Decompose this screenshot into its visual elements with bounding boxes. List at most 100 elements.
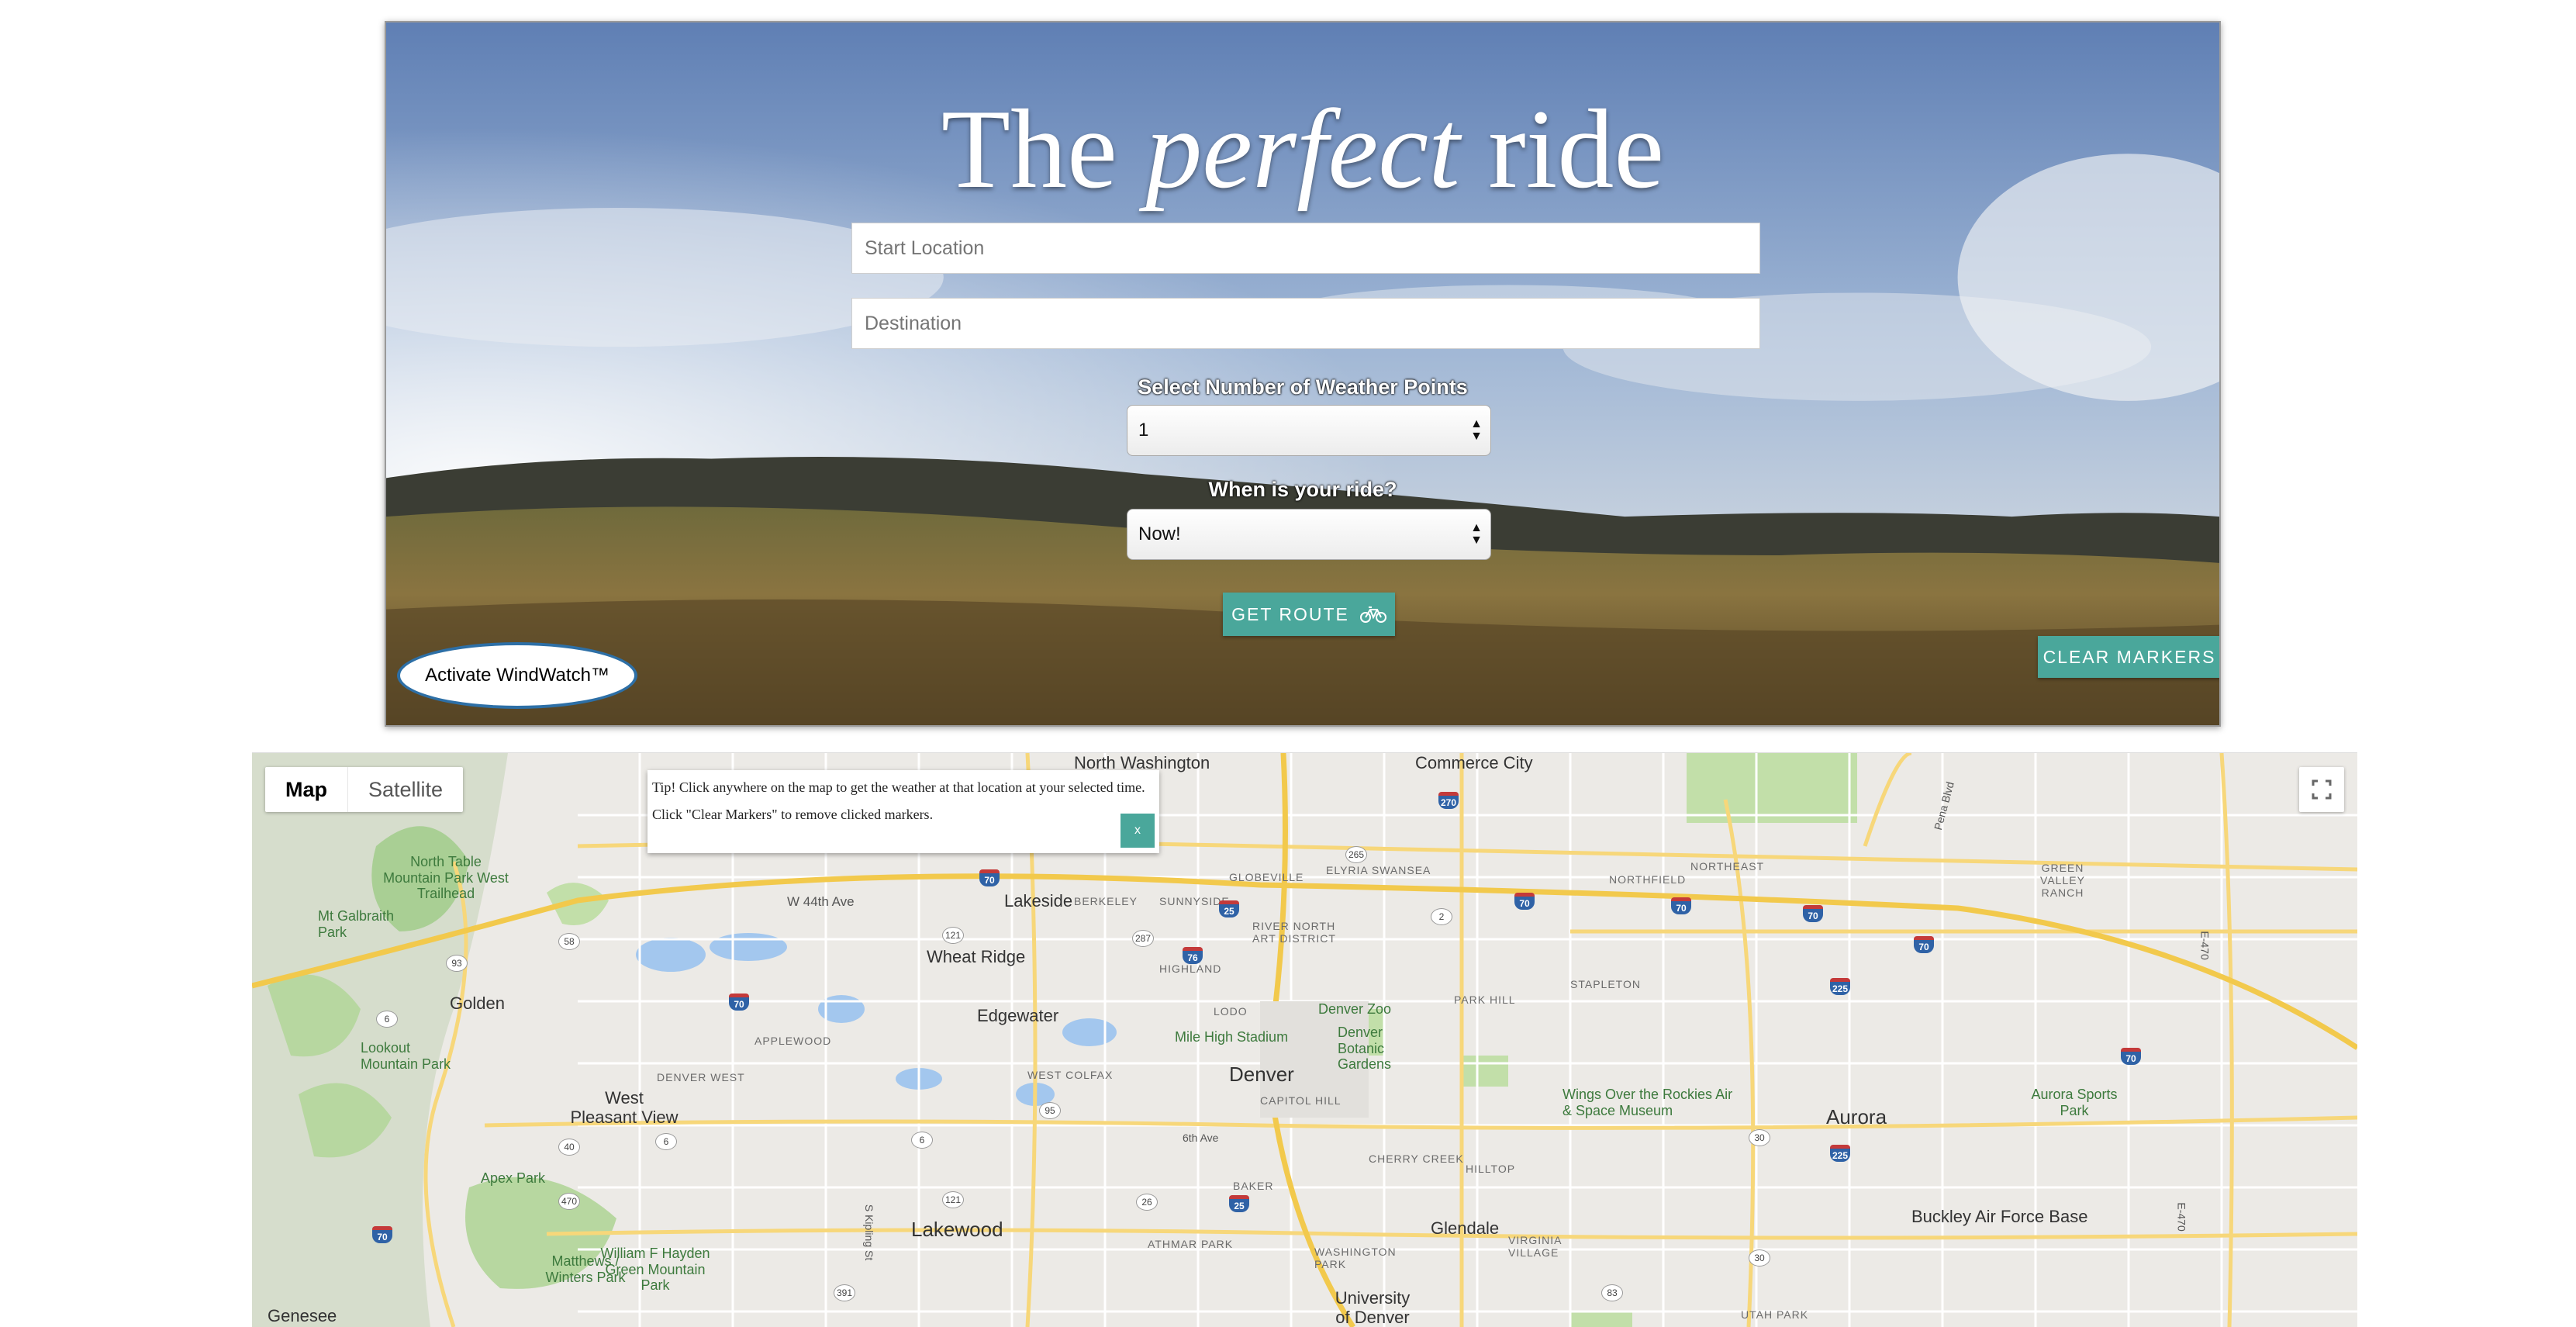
interstate-shield: 70 bbox=[1803, 905, 1823, 922]
map-label-lodo: LoDo bbox=[1214, 1005, 1248, 1018]
interstate-shield: 225 bbox=[1830, 1145, 1850, 1162]
interstate-shield: 70 bbox=[372, 1226, 392, 1243]
interstate-shield: 70 bbox=[1914, 936, 1934, 953]
route-shield: 470 bbox=[558, 1193, 580, 1210]
map-label-wings: Wings Over the Rockies Air & Space Museu… bbox=[1563, 1087, 1733, 1118]
weather-points-select[interactable]: 1 ▲ ▼ bbox=[1127, 405, 1491, 456]
map-label-capitol-hill: Capitol Hill bbox=[1260, 1094, 1342, 1107]
map-label-commerce-city: Commerce City bbox=[1415, 753, 1533, 772]
interstate-shield: 25 bbox=[1219, 900, 1239, 917]
route-shield: 95 bbox=[1039, 1102, 1061, 1119]
route-shield: 391 bbox=[834, 1284, 855, 1301]
map-label-athmar-park: Athmar Park bbox=[1148, 1238, 1234, 1250]
map-label-golden: Golden bbox=[450, 994, 505, 1013]
map-label-apex-park: Apex Park bbox=[481, 1170, 546, 1186]
route-shield: 6 bbox=[911, 1132, 933, 1149]
route-shield: 30 bbox=[1749, 1249, 1770, 1267]
map-label-denver: Denver bbox=[1229, 1063, 1294, 1086]
route-shield: 6 bbox=[655, 1133, 677, 1150]
map-label-mile-high: Mile High Stadium bbox=[1175, 1029, 1289, 1045]
map-label-lakewood: Lakewood bbox=[911, 1218, 1003, 1241]
map-label-northeast: Northeast bbox=[1690, 860, 1765, 873]
bicycle-icon bbox=[1359, 606, 1386, 623]
ride-time-select[interactable]: Now! ▲ ▼ bbox=[1127, 509, 1491, 560]
map-label-park-hill: Park Hill bbox=[1454, 994, 1516, 1006]
windwatch-button[interactable]: Activate WindWatch™ bbox=[397, 642, 637, 709]
interstate-shield: 270 bbox=[1438, 792, 1459, 809]
map-label-virginia-village: Virginia Village bbox=[1508, 1234, 1562, 1260]
map-label-west-colfax: West Colfax bbox=[1027, 1069, 1114, 1081]
map-label-globeville: Globeville bbox=[1229, 871, 1304, 883]
map-label-genesee: Genesee bbox=[268, 1306, 337, 1325]
map-type-control: Map Satellite bbox=[265, 767, 464, 812]
map-label-stapleton: Stapleton bbox=[1570, 978, 1641, 990]
fullscreen-icon bbox=[2312, 779, 2332, 800]
title-perfect: perfect bbox=[1145, 86, 1460, 212]
map-label-glendale: Glendale bbox=[1431, 1218, 1500, 1238]
map-label-north-table: North Table Mountain Park West Trailhead bbox=[383, 854, 509, 902]
weather-points-label: Select Number of Weather Points bbox=[1138, 375, 1468, 399]
interstate-shield: 70 bbox=[1671, 897, 1691, 914]
map-label-aurora: Aurora bbox=[1826, 1105, 1887, 1128]
map-canvas[interactable]: North Washington Commerce City North Tab… bbox=[252, 752, 2357, 1327]
fullscreen-button[interactable] bbox=[2299, 767, 2344, 812]
clear-markers-label: Clear Markers bbox=[2042, 646, 2216, 667]
route-shield: 26 bbox=[1136, 1194, 1158, 1211]
tip-text-line1: Tip! Click anywhere on the map to get th… bbox=[652, 779, 1145, 795]
get-route-label: Get Route bbox=[1231, 603, 1349, 624]
map-label-buckley: Buckley Air Force Base bbox=[1911, 1207, 2088, 1226]
map-label-university: University of Denver bbox=[1335, 1288, 1411, 1327]
route-shield: 40 bbox=[558, 1139, 580, 1156]
map-label-mt-galbraith: Mt Galbraith Park bbox=[318, 908, 395, 940]
map-label-elyria: Elyria Swansea bbox=[1326, 864, 1431, 876]
interstate-shield: 25 bbox=[1229, 1195, 1249, 1212]
ride-time-label: When is your ride? bbox=[1208, 478, 1397, 501]
hero-banner: The perfect ride Select Number of Weathe… bbox=[385, 21, 2221, 727]
map-label-aurora-sports: Aurora Sports Park bbox=[2031, 1087, 2118, 1118]
map-type-map-button[interactable]: Map bbox=[265, 767, 348, 812]
hero-title: The perfect ride bbox=[386, 92, 2219, 206]
map-label-wheat-ridge: Wheat Ridge bbox=[927, 947, 1026, 966]
destination-input[interactable] bbox=[851, 298, 1760, 349]
clear-markers-button[interactable]: Clear Markers bbox=[2038, 636, 2219, 678]
map-label-e470-south: E-470 bbox=[2175, 1202, 2188, 1232]
map-label-river-north: River North Art District bbox=[1252, 920, 1336, 945]
route-shield: 265 bbox=[1345, 846, 1367, 863]
map-label-edgewater: Edgewater bbox=[977, 1006, 1059, 1025]
map-label-washington-park: Washington Park bbox=[1314, 1246, 1397, 1271]
map-label-hilltop: Hilltop bbox=[1466, 1163, 1516, 1175]
map-label-northfield: Northfield bbox=[1609, 873, 1687, 886]
start-location-input[interactable] bbox=[851, 223, 1760, 274]
map-label-william-hayden: William F Hayden Green Mountain Park bbox=[600, 1246, 710, 1294]
interstate-shield: 76 bbox=[1183, 947, 1203, 964]
windwatch-label: Activate WindWatch™ bbox=[425, 665, 609, 686]
map-label-denver-west: Denver West bbox=[657, 1071, 745, 1083]
interstate-shield: 70 bbox=[1514, 893, 1535, 910]
map-label-botanic: Denver Botanic Gardens bbox=[1338, 1025, 1392, 1073]
select-arrows-icon: ▲ ▼ bbox=[1470, 417, 1483, 443]
title-ride: ride bbox=[1488, 86, 1665, 212]
map-label-green-valley: Green Valley Ranch bbox=[2040, 862, 2085, 900]
map-type-satellite-button[interactable]: Satellite bbox=[348, 767, 463, 812]
interstate-shield: 70 bbox=[729, 994, 749, 1011]
map-tip-popup: Tip! Click anywhere on the map to get th… bbox=[647, 770, 1159, 853]
map-label-lakeside: Lakeside bbox=[1004, 891, 1073, 911]
map-label-kipling: S Kipling St bbox=[863, 1204, 876, 1261]
route-shield: 6 bbox=[376, 1011, 398, 1028]
route-shield: 287 bbox=[1132, 930, 1154, 947]
get-route-button[interactable]: Get Route bbox=[1223, 593, 1395, 636]
route-shield: 121 bbox=[942, 1191, 964, 1208]
map-label-baker: Baker bbox=[1233, 1180, 1274, 1192]
map-label-6th-ave: 6th Ave bbox=[1183, 1132, 1219, 1144]
tip-close-button[interactable]: x bbox=[1121, 814, 1155, 848]
select-arrows-icon: ▲ ▼ bbox=[1470, 521, 1483, 547]
map-label-cherry-creek: Cherry Creek bbox=[1369, 1152, 1464, 1165]
map-label-highland: Highland bbox=[1159, 962, 1222, 975]
route-shield: 93 bbox=[446, 955, 468, 972]
map-streets bbox=[252, 753, 2357, 1327]
map-label-denver-zoo: Denver Zoo bbox=[1318, 1001, 1392, 1017]
route-shield: 58 bbox=[558, 933, 580, 950]
map-label-e470-north: E-470 bbox=[2198, 931, 2212, 960]
route-shield: 30 bbox=[1749, 1129, 1770, 1146]
map-label-berkeley: Berkeley bbox=[1074, 895, 1138, 907]
